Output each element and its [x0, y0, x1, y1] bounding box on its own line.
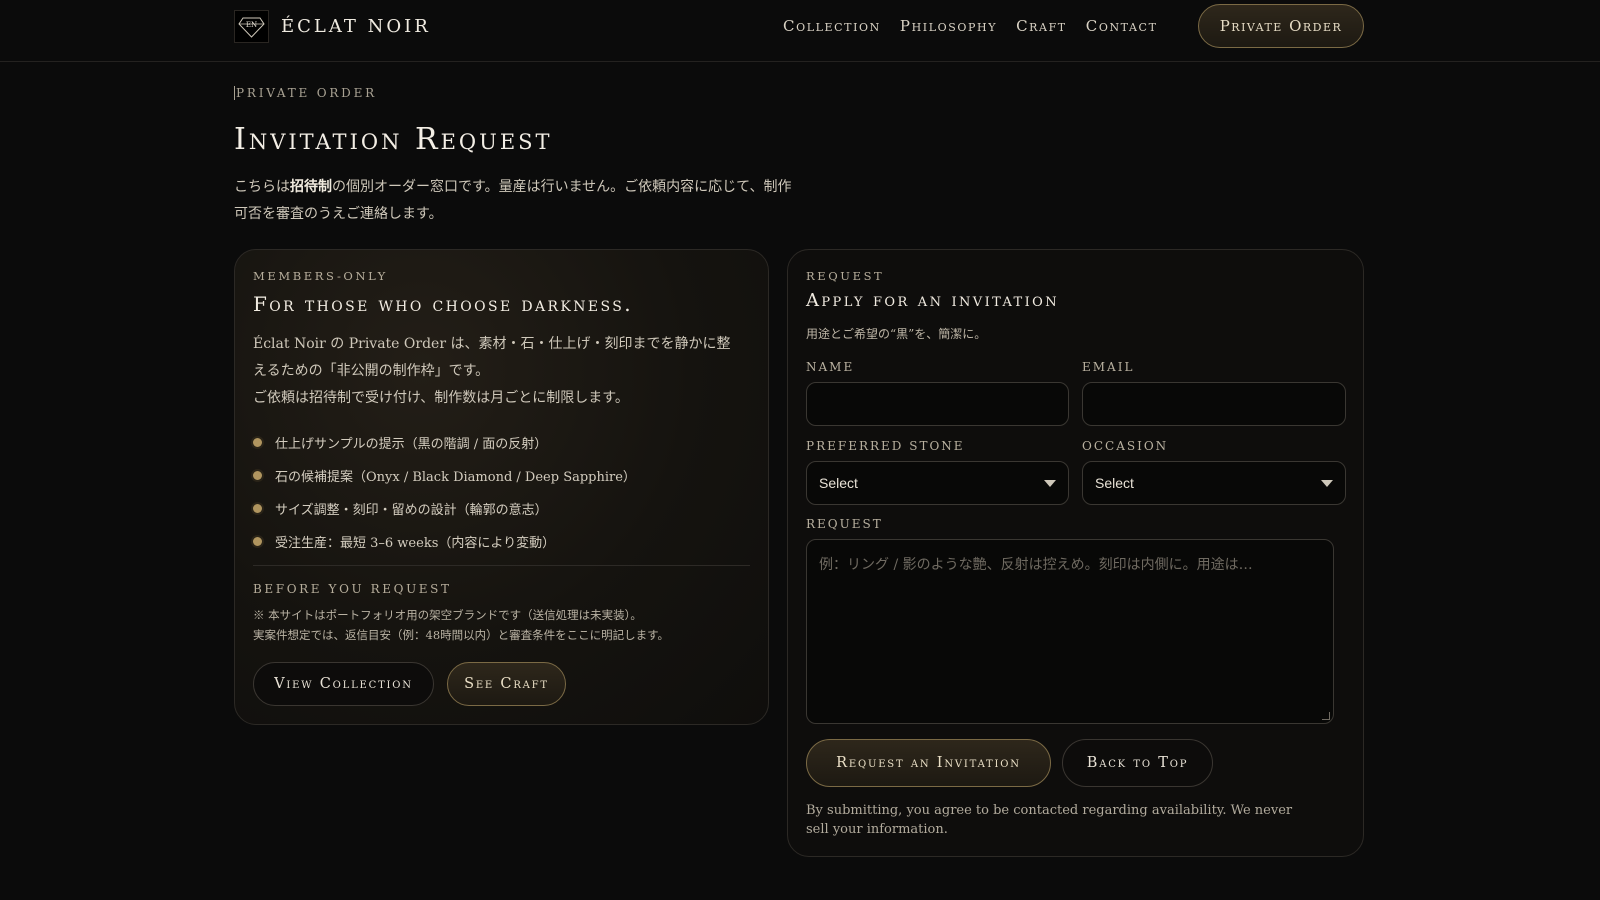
occasion-label: Occasion — [1082, 439, 1169, 453]
panel-divider — [253, 565, 750, 566]
site-header: EN ÉCLAT NOIR Collection Philosophy Craf… — [0, 0, 1600, 62]
members-panel: Members-Only For those who choose darkne… — [234, 249, 769, 725]
before-request-label: Before You Request — [253, 582, 452, 596]
back-to-top-button[interactable]: Back to Top — [1062, 739, 1213, 787]
list-item-text: 仕上げサンプルの提示（黒の階調 / 面の反射） — [275, 437, 548, 452]
bullet-dot-icon — [253, 537, 262, 546]
name-input[interactable] — [806, 382, 1069, 426]
see-craft-button[interactable]: See Craft — [447, 662, 566, 706]
members-description: Éclat Noir の Private Order は、素材・石・仕上げ・刻印… — [253, 336, 731, 379]
nav-philosophy[interactable]: Philosophy — [900, 17, 997, 35]
intro-text-start: こちらは — [234, 179, 290, 195]
view-collection-button[interactable]: View Collection — [253, 662, 434, 706]
nav-collection[interactable]: Collection — [783, 17, 881, 35]
members-title: For those who choose darkness. — [253, 292, 634, 316]
brand-logo-text: EN — [246, 21, 257, 29]
bullet-dot-icon — [253, 438, 262, 447]
consent-footnote: By submitting, you agree to be contacted… — [806, 803, 1293, 837]
list-item: 受注生産：最短 3–6 weeks（内容により変動） — [253, 525, 636, 558]
members-eyebrow: Members-Only — [253, 269, 388, 283]
email-label: Email — [1082, 360, 1135, 374]
list-item: 石の候補提案（Onyx / Black Diamond / Deep Sapph… — [253, 459, 636, 492]
preferred-stone-select[interactable]: Select — [806, 461, 1069, 505]
request-textarea[interactable]: 例：リング / 影のような艶、反射は控えめ。刻印は内側に。用途は… — [806, 539, 1334, 724]
email-input[interactable] — [1082, 382, 1346, 426]
intro-text: こちらは招待制の個別オーダー窓口です。量産は行いません。ご依頼内容に応じて、制作… — [234, 174, 794, 228]
resize-handle-icon[interactable] — [1322, 712, 1330, 720]
occasion-select[interactable]: Select — [1082, 461, 1346, 505]
list-item: 仕上げサンプルの提示（黒の階調 / 面の反射） — [253, 426, 636, 459]
request-form-panel: Request Apply for an invitation 用途とご希望の“… — [787, 249, 1364, 857]
chevron-down-icon — [1321, 479, 1333, 487]
bullet-dot-icon — [253, 471, 262, 480]
name-label: Name — [806, 360, 855, 374]
private-order-button[interactable]: Private Order — [1198, 4, 1364, 48]
form-subtitle: 用途とご希望の“黒”を、簡潔に。 — [806, 327, 987, 341]
page-title: Invitation Request — [234, 122, 553, 157]
request-label: Request — [806, 517, 883, 531]
preferred-stone-label: Preferred Stone — [806, 439, 965, 453]
nav-contact[interactable]: Contact — [1086, 17, 1158, 35]
intro-text-bold: 招待制 — [290, 179, 332, 195]
occasion-value: Select — [1095, 475, 1134, 491]
list-item: サイズ調整・刻印・留めの設計（輪郭の意志） — [253, 492, 636, 525]
disclaimer-note: ※ 本サイトはポートフォリオ用の架空ブランドです（送信処理は未実装）。 — [253, 608, 642, 622]
page-eyebrow: Private Order — [234, 86, 377, 100]
response-note: 実案件想定では、返信目安（例：48時間以内）と審査条件をここに明記します。 — [253, 628, 669, 642]
brand-name: ÉCLAT NOIR — [281, 16, 431, 37]
members-limit-text: ご依頼は招待制で受け付け、制作数は月ごとに制限します。 — [253, 390, 629, 406]
request-invitation-button[interactable]: Request an Invitation — [806, 739, 1051, 787]
form-eyebrow: Request — [806, 269, 885, 283]
list-item-text: 受注生産：最短 3–6 weeks（内容により変動） — [275, 536, 556, 551]
diamond-logo-icon: EN — [234, 10, 269, 43]
request-placeholder: 例：リング / 影のような艶、反射は控えめ。刻印は内側に。用途は… — [819, 557, 1253, 573]
bullet-dot-icon — [253, 504, 262, 513]
preferred-stone-value: Select — [819, 475, 858, 491]
brand[interactable]: EN ÉCLAT NOIR — [234, 10, 431, 43]
main-nav: Collection Philosophy Craft Contact — [764, 17, 1158, 35]
nav-craft[interactable]: Craft — [1016, 17, 1067, 35]
feature-list: 仕上げサンプルの提示（黒の階調 / 面の反射） 石の候補提案（Onyx / Bl… — [253, 426, 636, 558]
list-item-text: 石の候補提案（Onyx / Black Diamond / Deep Sapph… — [275, 470, 636, 485]
list-item-text: サイズ調整・刻印・留めの設計（輪郭の意志） — [275, 503, 548, 518]
form-title: Apply for an invitation — [806, 290, 1059, 311]
chevron-down-icon — [1044, 479, 1056, 487]
